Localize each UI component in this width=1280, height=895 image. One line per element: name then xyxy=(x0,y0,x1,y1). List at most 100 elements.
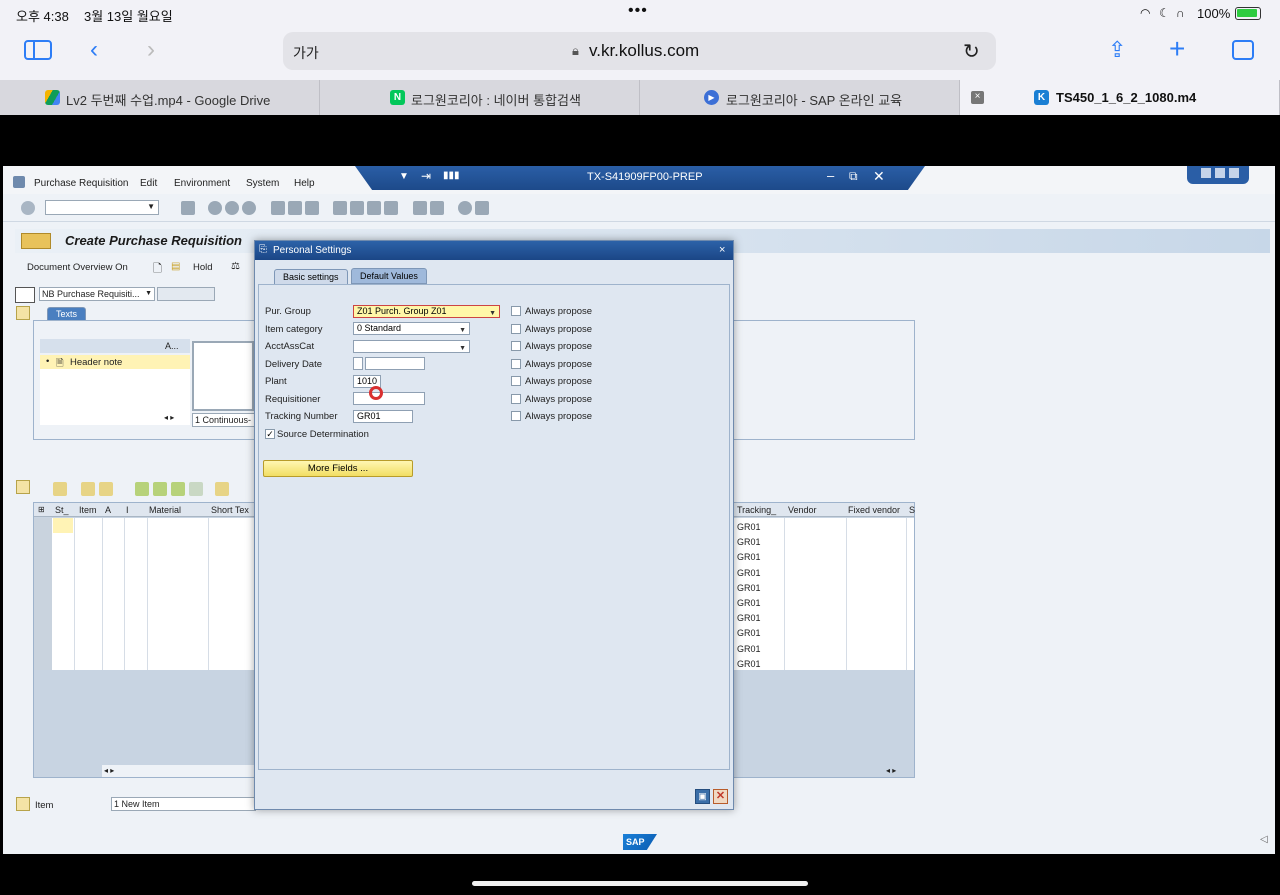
layout-icon[interactable] xyxy=(475,201,489,215)
table-cell[interactable]: GR01 xyxy=(737,596,781,611)
column-header[interactable]: A xyxy=(105,505,111,515)
tab-google-drive[interactable]: Lv2 두번째 수업.mp4 - Google Drive xyxy=(0,80,320,115)
help-icon[interactable] xyxy=(458,201,472,215)
table-cell[interactable]: GR01 xyxy=(737,611,781,626)
pin-icon[interactable]: ⇥ xyxy=(421,169,431,183)
more-fields-button[interactable]: More Fields ... xyxy=(263,460,413,477)
source-determination-checkbox[interactable]: ✓ xyxy=(265,429,275,439)
text-format-select[interactable]: 1 Continuous- xyxy=(192,413,258,427)
column-header[interactable]: Material xyxy=(149,505,181,515)
close-window-icon[interactable]: ✕ xyxy=(873,168,885,185)
always-propose-checkbox[interactable] xyxy=(511,411,521,421)
tab-texts[interactable]: Texts xyxy=(47,307,87,321)
tab-kollus-video[interactable]: × K TS450_1_6_2_1080.m4 xyxy=(960,80,1280,115)
previous-page-icon[interactable] xyxy=(350,201,364,215)
menu-purchase-requisition[interactable]: Purchase Requisition xyxy=(34,178,129,189)
multitask-dots-icon[interactable]: ••• xyxy=(628,2,648,20)
collapse-item-detail-icon[interactable] xyxy=(16,797,30,811)
status-arrow-icon[interactable]: ◁ xyxy=(1260,834,1268,845)
delete-icon[interactable] xyxy=(99,482,113,496)
table-cell[interactable]: GR01 xyxy=(737,642,781,657)
minimize-icon[interactable]: – xyxy=(827,168,834,183)
row-selectors[interactable] xyxy=(34,518,52,670)
select-all-icon[interactable]: ⊞ xyxy=(38,505,45,514)
shortcut-icon[interactable] xyxy=(430,201,444,215)
item-category-select[interactable]: 0 Standard ▼ xyxy=(353,322,470,335)
cancel-settings-icon[interactable]: ✕ xyxy=(713,789,728,804)
menu-help[interactable]: Help xyxy=(294,178,315,189)
cancel-icon[interactable] xyxy=(242,201,256,215)
home-indicator[interactable] xyxy=(472,881,808,886)
column-header[interactable]: Short Tex xyxy=(211,505,249,515)
menu-edit[interactable]: Edit xyxy=(140,178,157,189)
next-page-icon[interactable] xyxy=(367,201,381,215)
details-icon[interactable] xyxy=(53,482,67,496)
create-icon[interactable]: 🗋︎ xyxy=(153,260,162,279)
sort-descending-icon[interactable] xyxy=(153,482,167,496)
maximize-small-icon[interactable] xyxy=(1215,168,1225,178)
enter-icon[interactable] xyxy=(21,201,35,215)
column-header[interactable]: I xyxy=(126,505,129,515)
tab-naver[interactable]: N 로그원코리아 : 네이버 통합검색 xyxy=(320,80,640,115)
delivery-date-category[interactable] xyxy=(353,357,363,370)
sap-menu-icon[interactable] xyxy=(13,176,25,188)
sort-ascending-icon[interactable] xyxy=(135,482,149,496)
find-icon[interactable] xyxy=(288,201,302,215)
always-propose-checkbox[interactable] xyxy=(511,341,521,351)
acct-ass-cat-select[interactable]: ▼ xyxy=(353,340,470,353)
address-bar[interactable]: 가가 🔒︎ v.kr.kollus.com ↻ xyxy=(283,32,996,70)
item-select[interactable]: 1 New Item xyxy=(111,797,256,811)
copy-icon[interactable] xyxy=(81,482,95,496)
print-icon[interactable] xyxy=(271,201,285,215)
last-page-icon[interactable] xyxy=(384,201,398,215)
collapse-items-icon[interactable] xyxy=(16,480,30,494)
text-editor[interactable] xyxy=(192,341,254,411)
back-icon[interactable]: ‹ xyxy=(90,38,98,62)
save-settings-icon[interactable]: ▣ xyxy=(695,789,710,804)
open-icon[interactable]: ▤ xyxy=(171,261,180,272)
header-toggle-icon[interactable] xyxy=(21,233,51,249)
column-header[interactable]: Tracking_ xyxy=(737,505,776,515)
command-field[interactable]: ▼ xyxy=(45,200,159,215)
restore-icon[interactable]: ⧉ xyxy=(849,169,858,184)
new-tab-icon[interactable]: + xyxy=(1169,35,1185,63)
tracking-number-field[interactable]: GR01 xyxy=(353,410,413,423)
table-cell[interactable]: GR01 xyxy=(737,520,781,535)
always-propose-checkbox[interactable] xyxy=(511,324,521,334)
always-propose-checkbox[interactable] xyxy=(511,376,521,386)
share-icon[interactable]: ⇪ xyxy=(1108,38,1126,62)
document-type-select[interactable]: NB Purchase Requisiti... ▼ xyxy=(39,287,155,301)
tab-sap-education[interactable]: ▶ 로그원코리아 - SAP 온라인 교육 xyxy=(640,80,960,115)
new-session-icon[interactable] xyxy=(413,201,427,215)
tab-default-values[interactable]: Default Values xyxy=(351,268,427,284)
reload-icon[interactable]: ↻ xyxy=(963,39,980,64)
forward-icon[interactable]: › xyxy=(147,38,155,62)
column-header[interactable]: St_ xyxy=(55,505,69,515)
pur-group-select[interactable]: Z01 Purch. Group Z01 ▼ xyxy=(353,305,500,318)
exit-icon[interactable] xyxy=(225,201,239,215)
document-overview-button[interactable]: Document Overview On xyxy=(27,262,128,273)
table-cell[interactable]: GR01 xyxy=(737,657,781,672)
layout-select-icon[interactable] xyxy=(215,482,229,496)
scroll-arrows[interactable]: ◂ ▸ xyxy=(164,413,184,422)
table-cell[interactable]: GR01 xyxy=(737,535,781,550)
always-propose-checkbox[interactable] xyxy=(511,359,521,369)
tab-basic-settings[interactable]: Basic settings xyxy=(274,269,348,285)
delivery-date-field[interactable] xyxy=(365,357,425,370)
save-icon[interactable] xyxy=(181,201,195,215)
close-tab-icon[interactable]: × xyxy=(971,91,984,104)
title-menu-icon[interactable]: ▼ xyxy=(399,171,409,182)
sidebar-icon[interactable] xyxy=(24,40,52,60)
column-header[interactable]: S xyxy=(909,505,915,515)
active-cell[interactable] xyxy=(53,518,73,533)
back-nav-icon[interactable] xyxy=(208,201,222,215)
tabs-overview-icon[interactable] xyxy=(1232,40,1254,60)
horizontal-scrollbar-right[interactable]: ◂ ▸ xyxy=(884,765,914,777)
header-note-row[interactable]: • 🗎︎ Header note xyxy=(40,355,190,369)
column-header[interactable]: Vendor xyxy=(788,505,817,515)
filter-icon[interactable] xyxy=(171,482,185,496)
dialog-close-icon[interactable]: × xyxy=(719,244,725,256)
column-header[interactable]: Fixed vendor xyxy=(848,505,900,515)
menu-system[interactable]: System xyxy=(246,178,279,189)
first-page-icon[interactable] xyxy=(333,201,347,215)
